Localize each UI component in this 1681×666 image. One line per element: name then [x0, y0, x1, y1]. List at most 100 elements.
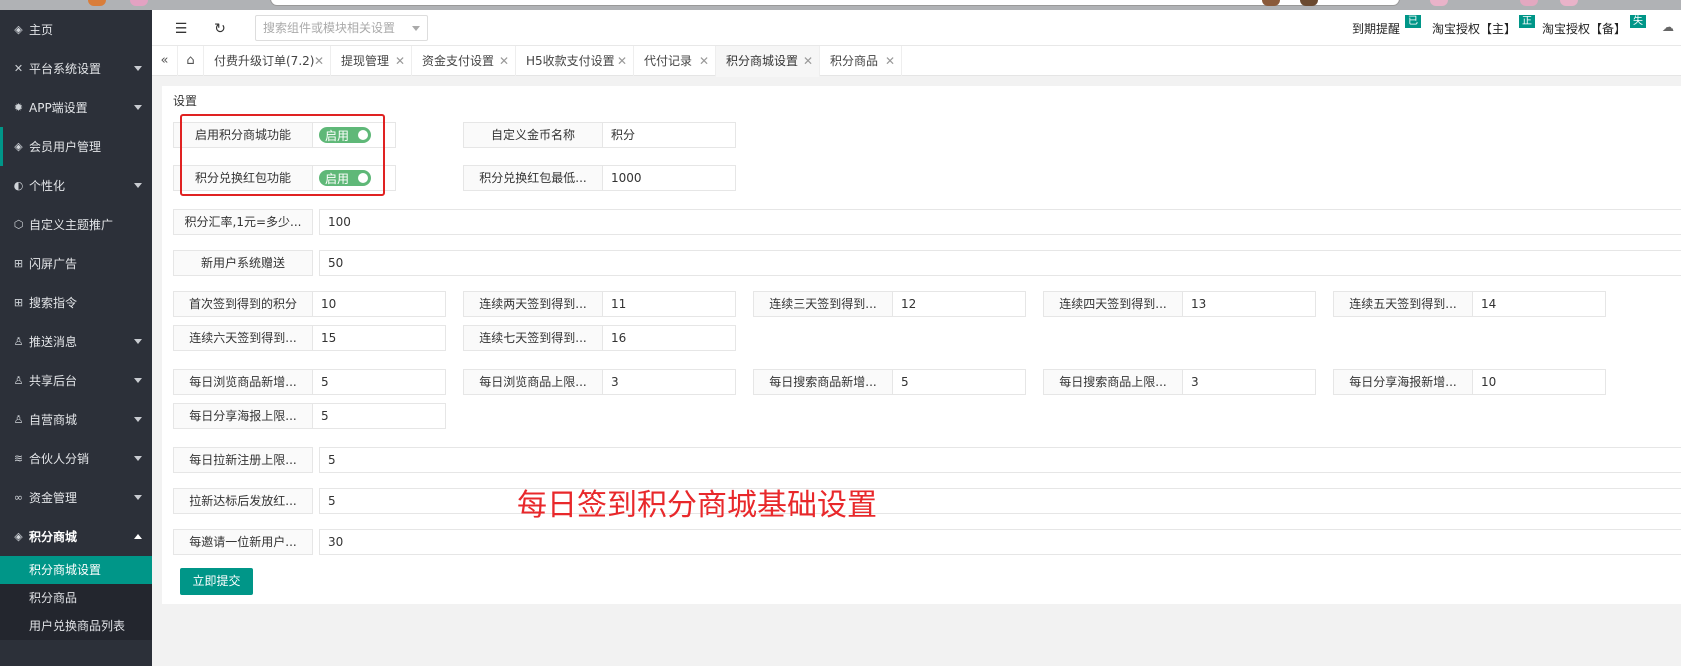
sign-in-input[interactable]: 12 — [893, 291, 1026, 317]
daily-row: 每日搜索商品上限... 3 — [1043, 369, 1316, 395]
sidebar-item-member-management[interactable]: ◈ 会员用户管理 — [0, 127, 152, 166]
sign-in-input[interactable]: 14 — [1473, 291, 1606, 317]
form-row-redpack-after: 拉新达标后发放红... 5 — [173, 488, 1681, 514]
sign-in-row: 连续五天签到得到... 14 — [1333, 291, 1606, 317]
enable-shop-switch[interactable]: 启用 — [319, 127, 371, 143]
sidebar-subitem-points-settings[interactable]: 积分商城设置 — [0, 556, 152, 584]
tab-points-goods[interactable]: 积分商品 ✕ — [820, 46, 902, 76]
sidebar-item-points-mall[interactable]: ◈ 积分商城 — [0, 517, 152, 556]
sidebar-item-search-commands[interactable]: ⊞ 搜索指令 — [0, 283, 152, 322]
layers-icon: ≋ — [13, 452, 24, 465]
tab-points-mall-settings[interactable]: 积分商城设置 ✕ — [716, 46, 820, 77]
sidebar-subitem-exchange-list[interactable]: 用户兑换商品列表 — [0, 612, 152, 640]
close-icon[interactable]: ✕ — [314, 46, 324, 76]
user-icon: ♙ — [13, 374, 24, 387]
sidebar-item-shared-backend[interactable]: ♙ 共享后台 — [0, 361, 152, 400]
daily-input[interactable]: 5 — [313, 369, 446, 395]
switch-knob — [358, 130, 368, 140]
sidebar-item-self-mall[interactable]: ♙ 自营商城 — [0, 400, 152, 439]
close-icon[interactable]: ✕ — [617, 46, 627, 76]
form-row-rate: 积分汇率,1元=多少... 100 — [173, 209, 1681, 235]
search-select[interactable]: 搜索组件或模块相关设置 — [255, 15, 428, 41]
sidebar-item-label: 会员用户管理 — [29, 140, 102, 154]
sidebar-item-platform-settings[interactable]: ✕ 平台系统设置 — [0, 49, 152, 88]
new-user-input[interactable]: 50 — [319, 250, 1681, 276]
auth-backup-link[interactable]: 淘宝授权【备】 — [1542, 20, 1626, 37]
expiry-reminder-link[interactable]: 到期提醒 — [1352, 20, 1400, 37]
sidebar-item-partner-distribution[interactable]: ≋ 合伙人分销 — [0, 439, 152, 478]
page-tab-bar: « ⌂ 付费升级订单(7.2) ✕ 提现管理 ✕ 资金支付设置 ✕ H5收款支付设置 ✕… — [152, 46, 1681, 77]
tab-proxy-pay-records[interactable]: 代付记录 ✕ — [634, 46, 716, 76]
chevron-up-icon — [134, 534, 142, 539]
close-icon[interactable]: ✕ — [885, 46, 895, 76]
sign-in-input[interactable]: 10 — [313, 291, 446, 317]
auth-main-badge: 正 — [1519, 15, 1535, 28]
close-icon[interactable]: ✕ — [699, 46, 709, 76]
grid-icon: ⊞ — [13, 296, 24, 309]
redpack-min-input[interactable]: 1000 — [603, 165, 736, 191]
switch-knob — [358, 173, 368, 183]
sign-in-label: 连续七天签到得到... — [463, 325, 603, 351]
theme-icon[interactable]: ☁ — [1662, 20, 1674, 34]
sidebar-item-app-settings[interactable]: ✹ APP端设置 — [0, 88, 152, 127]
tab-h5-payment-settings[interactable]: H5收款支付设置 ✕ — [516, 46, 634, 76]
daily-input[interactable]: 5 — [893, 369, 1026, 395]
daily-row: 每日浏览商品新增... 5 — [173, 369, 446, 395]
auth-main-link[interactable]: 淘宝授权【主】 — [1432, 20, 1516, 37]
sign-in-input[interactable]: 15 — [313, 325, 446, 351]
daily-input[interactable]: 5 — [313, 403, 446, 429]
per-invite-input[interactable]: 30 — [319, 529, 1681, 555]
daily-label: 每日浏览商品上限... — [463, 369, 603, 395]
daily-input[interactable]: 10 — [1473, 369, 1606, 395]
close-icon[interactable]: ✕ — [499, 46, 509, 76]
refresh-icon[interactable]: ↻ — [211, 20, 229, 38]
rate-input[interactable]: 100 — [319, 209, 1681, 235]
tab-withdraw-management[interactable]: 提现管理 ✕ — [331, 46, 412, 76]
redpack-switch[interactable]: 启用 — [319, 170, 371, 186]
sidebar-item-fund-management[interactable]: ∞ 资金管理 — [0, 478, 152, 517]
sidebar-subitem-points-goods[interactable]: 积分商品 — [0, 584, 152, 612]
close-icon[interactable]: ✕ — [803, 46, 813, 76]
daily-input[interactable]: 3 — [603, 369, 736, 395]
shield-check-icon: ◈ — [14, 530, 23, 543]
sign-in-input[interactable]: 11 — [603, 291, 736, 317]
submit-button[interactable]: 立即提交 — [180, 568, 253, 595]
panel-title: 设置 — [173, 94, 198, 108]
tab-paid-upgrade-orders[interactable]: 付费升级订单(7.2) ✕ — [204, 46, 331, 76]
new-user-label: 新用户系统赠送 — [173, 250, 313, 276]
tab-fund-payment-settings[interactable]: 资金支付设置 ✕ — [412, 46, 516, 76]
menu-toggle-icon[interactable]: ☰ — [172, 20, 190, 38]
sidebar-item-custom-theme[interactable]: ⬡ 自定义主题推广 — [0, 205, 152, 244]
coin-name-input[interactable]: 积分 — [603, 122, 736, 148]
sign-in-row: 连续四天签到得到... 13 — [1043, 291, 1316, 317]
sidebar-item-splash-ads[interactable]: ⊞ 闪屏广告 — [0, 244, 152, 283]
sign-in-input[interactable]: 16 — [603, 325, 736, 351]
browser-favicon-icon — [1520, 0, 1538, 6]
user-icon: ♙ — [13, 335, 24, 348]
rate-label: 积分汇率,1元=多少... — [173, 209, 313, 235]
switch-text: 启用 — [325, 128, 350, 143]
sidebar-item-push-messages[interactable]: ♙ 推送消息 — [0, 322, 152, 361]
sidebar-item-label: 主页 — [29, 23, 54, 37]
form-row-coin-name: 自定义金币名称 积分 — [463, 122, 736, 148]
sidebar-item-home[interactable]: ◈ 主页 — [0, 10, 152, 49]
sidebar-item-label: APP端设置 — [29, 101, 88, 115]
home-tab-icon[interactable]: ⌂ — [178, 46, 204, 76]
invite-limit-input[interactable]: 5 — [319, 447, 1681, 473]
form-row-new-user: 新用户系统赠送 50 — [173, 250, 1681, 276]
sidebar-item-label: 共享后台 — [29, 374, 78, 388]
sidebar-item-personalization[interactable]: ◐ 个性化 — [0, 166, 152, 205]
tabs-scroll-left-icon[interactable]: « — [152, 46, 178, 76]
form-row-redpack: 积分兑换红包功能 启用 — [173, 165, 396, 191]
browser-address-bar[interactable] — [270, 0, 1400, 6]
redpack-min-label: 积分兑换红包最低... — [463, 165, 603, 191]
sign-in-label: 连续两天签到得到... — [463, 291, 603, 317]
sign-in-row: 连续七天签到得到... 16 — [463, 325, 736, 351]
close-icon[interactable]: ✕ — [395, 46, 405, 76]
form-row-per-invite: 每邀请一位新用户... 30 — [173, 529, 1681, 555]
daily-input[interactable]: 3 — [1183, 369, 1316, 395]
browser-favicon-icon — [1430, 0, 1448, 6]
sign-in-input[interactable]: 13 — [1183, 291, 1316, 317]
form-row-invite-limit: 每日拉新注册上限... 5 — [173, 447, 1681, 473]
tab-label: 积分商品 — [830, 54, 879, 68]
